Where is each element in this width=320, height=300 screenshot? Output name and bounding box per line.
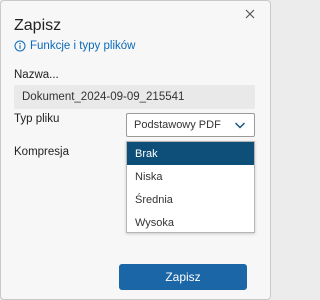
help-link-label: Funkcje i typy plików — [30, 40, 136, 52]
save-button[interactable]: Zapisz — [119, 264, 247, 290]
compression-dropdown: Brak Niska Średnia Wysoka — [126, 141, 255, 233]
chevron-down-icon — [235, 122, 245, 129]
compression-option-srednia[interactable]: Średnia — [127, 188, 254, 211]
file-type-select[interactable]: Podstawowy PDF — [126, 113, 255, 137]
help-link[interactable]: Funkcje i typy plików — [14, 40, 135, 52]
close-button[interactable] — [241, 5, 259, 23]
file-type-label: Typ pliku — [14, 113, 60, 125]
dialog-title: Zapisz — [14, 17, 62, 34]
name-field[interactable] — [14, 85, 255, 109]
compression-label: Kompresja — [14, 146, 69, 158]
save-dialog: Zapisz Funkcje i typy plików Nazwa... Ty… — [0, 0, 271, 300]
compression-option-niska[interactable]: Niska — [127, 165, 254, 188]
name-label: Nazwa... — [14, 69, 59, 81]
compression-option-wysoka[interactable]: Wysoka — [127, 211, 254, 234]
file-type-value: Podstawowy PDF — [134, 119, 221, 131]
compression-option-brak[interactable]: Brak — [127, 142, 254, 165]
close-icon — [245, 9, 255, 19]
info-icon — [14, 40, 26, 52]
